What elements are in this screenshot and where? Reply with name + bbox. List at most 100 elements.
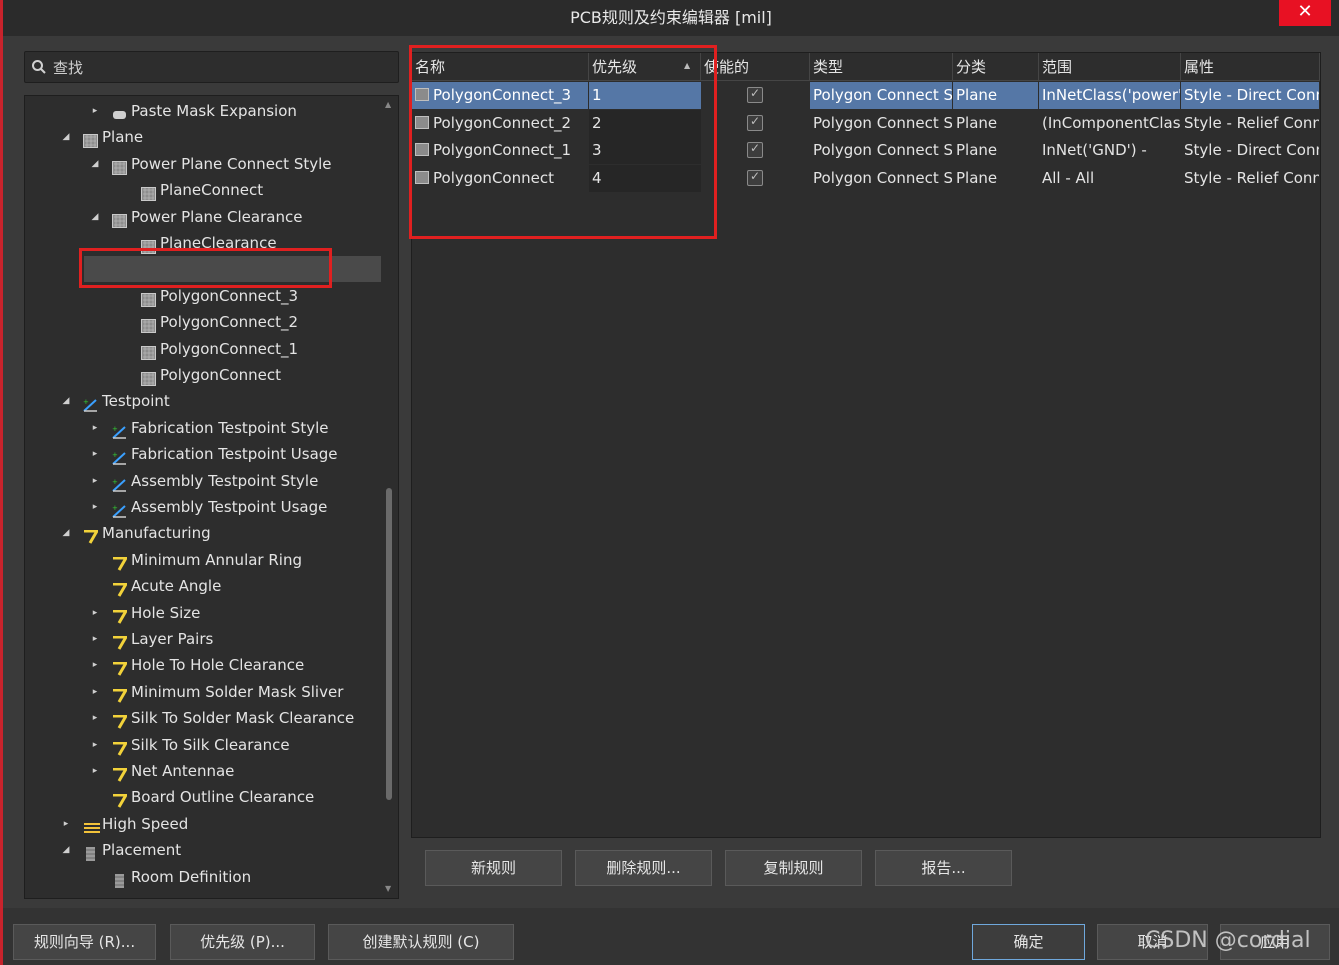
expand-arrow-icon[interactable]: ▸ — [90, 468, 100, 494]
collapse-arrow-icon[interactable]: ◢ — [61, 837, 71, 863]
watermark: CSDN @cordial — [1145, 928, 1311, 953]
plane-rule-icon — [141, 315, 156, 334]
collapse-arrow-icon[interactable]: ◢ — [61, 124, 71, 150]
manufacturing-icon — [112, 711, 129, 729]
expand-arrow-icon[interactable]: ▸ — [90, 732, 100, 758]
expand-arrow-icon[interactable]: ▸ — [90, 705, 100, 731]
plane-rule-icon — [112, 157, 127, 175]
priority-button[interactable]: 优先级 (P)... — [170, 924, 315, 960]
tree-item[interactable]: PolygonConnect — [25, 362, 395, 388]
create-default-rules-button[interactable]: 创建默认规则 (C) — [328, 924, 514, 960]
expand-arrow-icon[interactable]: ▸ — [90, 758, 100, 784]
tree-item-label: Hole To Hole Clearance — [131, 656, 305, 675]
tree-item[interactable]: ▸ + Fabrication Testpoint Usage — [25, 441, 395, 467]
expand-arrow-icon[interactable]: ▸ — [90, 626, 100, 652]
tree-item[interactable]: ▸ + Fabrication Testpoint Style — [25, 415, 395, 441]
enabled-checkbox[interactable] — [747, 86, 763, 103]
plane-rule-icon — [141, 183, 156, 202]
manufacturing-icon — [112, 658, 129, 677]
delete-rule-button[interactable]: 删除规则... — [575, 850, 712, 886]
tree-item[interactable]: ▸ Layer Pairs — [25, 626, 395, 652]
manufacturing-icon — [112, 790, 129, 809]
placement-icon — [112, 870, 127, 888]
rule-wizard-button[interactable]: 规则向导 (R)... — [13, 924, 156, 960]
expand-arrow-icon[interactable]: ▸ — [90, 98, 100, 124]
tree-item[interactable]: ▸ + Assembly Testpoint Style — [25, 468, 395, 494]
collapse-arrow-icon[interactable]: ◢ — [61, 388, 71, 414]
report-button[interactable]: 报告... — [875, 850, 1012, 886]
plane-rule-icon — [112, 210, 127, 228]
svg-text:+: + — [112, 504, 118, 512]
enabled-checkbox[interactable] — [747, 114, 763, 131]
new-rule-button[interactable]: 新规则 — [425, 850, 562, 886]
tree-item[interactable]: ▸ Hole To Hole Clearance — [25, 652, 395, 678]
manufacturing-icon — [112, 553, 129, 571]
scroll-up-arrow[interactable]: ▲ — [385, 100, 391, 109]
tree-item[interactable]: PolygonConnect_2 — [25, 309, 395, 335]
rule-tree[interactable]: ▸ Paste Mask Expansion ◢ Plane ◢ Power Plane … — [24, 95, 399, 899]
cell-text: Polygon Connect Style — [813, 169, 952, 188]
cell-type: Polygon Connect Style — [810, 165, 952, 192]
tree-item[interactable]: PlaneConnect — [25, 177, 395, 203]
tree-item[interactable]: ▸ + Assembly Testpoint Usage — [25, 494, 395, 520]
cell-type: Polygon Connect Style — [810, 110, 952, 137]
tree-item[interactable]: ◢ Plane — [25, 124, 395, 150]
tree-item[interactable]: ▸ Silk To Solder Mask Clearance — [25, 705, 395, 731]
search-input[interactable]: 查找 — [24, 51, 399, 83]
copy-rule-button[interactable]: 复制规则 — [725, 850, 862, 886]
column-header[interactable]: 分类 — [953, 53, 1039, 81]
tree-item[interactable]: ▸ Net Antennae — [25, 758, 395, 784]
tree-item[interactable]: ◢ + Testpoint — [25, 388, 395, 414]
tree-item[interactable]: ◢ Power Plane Clearance — [25, 204, 395, 230]
expand-arrow-icon[interactable]: ▸ — [61, 811, 71, 837]
tree-item[interactable]: Minimum Annular Ring — [25, 547, 395, 573]
tree-item[interactable]: Acute Angle — [25, 573, 395, 599]
cell-text: Polygon Connect Style — [813, 141, 952, 160]
tree-item-label: Net Antennae — [131, 762, 235, 780]
collapse-arrow-icon[interactable]: ◢ — [90, 204, 100, 230]
collapse-arrow-icon[interactable]: ◢ — [90, 151, 100, 177]
plane-rule-icon — [141, 368, 156, 386]
scroll-down-arrow[interactable]: ▼ — [385, 884, 391, 893]
tree-item[interactable]: ◢ Placement — [25, 837, 395, 863]
tree-item[interactable]: PolygonConnect_1 — [25, 336, 395, 362]
expand-arrow-icon[interactable]: ▸ — [90, 415, 100, 441]
cell-text: InNet('GND') - — [1042, 141, 1147, 160]
tree-item[interactable]: ◢ Power Plane Connect Style — [25, 151, 395, 177]
expand-arrow-icon[interactable]: ▸ — [90, 679, 100, 705]
tree-item[interactable]: Board Outline Clearance — [25, 784, 395, 810]
cell-text: InNetClass('power') — [1042, 86, 1180, 104]
high-speed-icon — [83, 817, 100, 833]
tree-item[interactable]: ▸ Minimum Solder Mask Sliver — [25, 679, 395, 705]
expand-arrow-icon[interactable]: ▸ — [90, 652, 100, 678]
tree-item[interactable]: ▸ Paste Mask Expansion — [25, 98, 395, 124]
svg-text:+: + — [112, 425, 118, 433]
enabled-checkbox[interactable] — [747, 169, 763, 187]
tree-scrollbar[interactable] — [386, 488, 392, 800]
column-header[interactable]: 范围 — [1039, 53, 1181, 81]
svg-text:+: + — [112, 478, 118, 486]
tree-item-label: Minimum Solder Mask Sliver — [131, 682, 344, 701]
close-button[interactable]: ✕ — [1279, 0, 1331, 26]
tree-item[interactable]: ▸ High Speed — [25, 811, 395, 837]
tree-item-label: Hole Size — [131, 603, 201, 622]
annotation-box-grid — [409, 45, 717, 239]
enabled-checkbox[interactable] — [747, 141, 763, 159]
expand-arrow-icon[interactable]: ▸ — [90, 494, 100, 520]
tree-item[interactable]: ◢ Manufacturing — [25, 520, 395, 546]
collapse-arrow-icon[interactable]: ◢ — [61, 520, 71, 546]
column-header[interactable]: 类型 — [810, 53, 953, 81]
cell-text: Plane — [956, 113, 998, 132]
column-header[interactable]: 属性 — [1181, 53, 1320, 81]
tree-item-label: Placement — [102, 841, 182, 860]
expand-arrow-icon[interactable]: ▸ — [90, 600, 100, 626]
cell-attr: Style - Direct Connect — [1181, 137, 1319, 164]
expand-arrow-icon[interactable]: ▸ — [90, 441, 100, 467]
tree-item[interactable]: Room Definition — [25, 864, 395, 890]
tree-item[interactable]: ▸ Hole Size — [25, 600, 395, 626]
tree-item[interactable]: ▸ Silk To Silk Clearance — [25, 732, 395, 758]
grid-button-bar: 新规则 删除规则... 复制规则 报告... — [411, 838, 1321, 900]
column-header[interactable]: 使能的 — [701, 53, 810, 81]
cell-text: All - All — [1042, 169, 1095, 188]
ok-button[interactable]: 确定 — [972, 924, 1085, 960]
